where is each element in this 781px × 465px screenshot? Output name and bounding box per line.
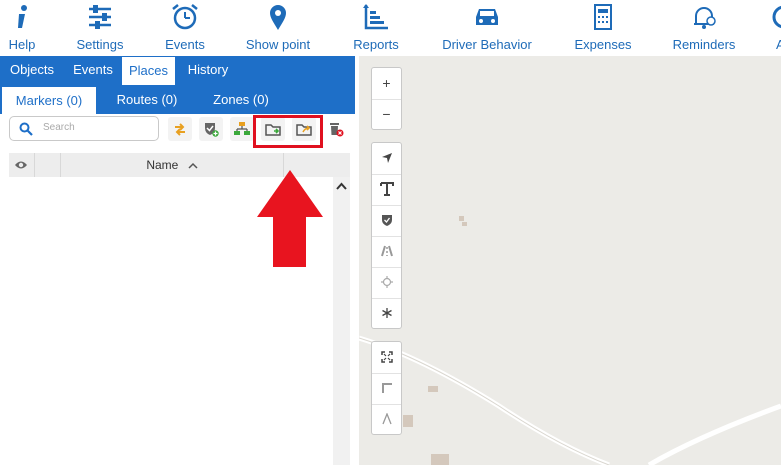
eye-icon bbox=[15, 161, 27, 169]
delete-all-icon bbox=[330, 123, 344, 137]
scroll-up-icon[interactable] bbox=[336, 182, 347, 191]
gear-outline-icon bbox=[380, 276, 393, 288]
zoom-controls: + − bbox=[371, 67, 402, 130]
corner-tool-button[interactable] bbox=[372, 373, 401, 405]
tab-routes[interactable]: Routes (0) bbox=[100, 85, 194, 114]
text-icon bbox=[379, 182, 394, 196]
reload-button[interactable] bbox=[168, 117, 192, 141]
sort-ascending-icon bbox=[188, 163, 198, 169]
select-column-header bbox=[35, 153, 61, 177]
events-label: Events bbox=[165, 37, 205, 52]
tab-places[interactable]: Places bbox=[122, 57, 175, 85]
driver-behavior-button[interactable]: Driver Behavior bbox=[434, 0, 540, 56]
tab-objects[interactable]: Objects bbox=[0, 56, 64, 85]
show-point-label: Show point bbox=[245, 37, 311, 52]
alarm-clock-icon bbox=[172, 4, 198, 30]
map-tools bbox=[371, 142, 402, 329]
reload-icon bbox=[175, 123, 185, 136]
map-roads bbox=[359, 216, 781, 465]
zoom-in-label: + bbox=[382, 75, 391, 91]
settings-button[interactable]: Settings bbox=[65, 0, 135, 56]
reminders-button[interactable]: Reminders bbox=[665, 0, 743, 56]
search-input[interactable]: Search bbox=[9, 116, 159, 141]
area-tool-button[interactable] bbox=[372, 267, 401, 299]
expenses-button[interactable]: Expenses bbox=[567, 0, 639, 56]
corner-icon bbox=[381, 383, 392, 393]
visibility-column-header[interactable] bbox=[9, 153, 35, 177]
zoom-out-label: − bbox=[382, 106, 391, 122]
top-toolbar: Help Settings Events Show point Reports … bbox=[0, 0, 781, 56]
zoom-in-button[interactable]: + bbox=[372, 68, 401, 100]
navigate-icon bbox=[381, 153, 392, 163]
settings-label: Settings bbox=[76, 37, 124, 52]
partial-icon bbox=[772, 5, 781, 29]
tab-history[interactable]: History bbox=[175, 56, 241, 85]
add-marker-icon bbox=[205, 123, 219, 137]
zoom-out-button[interactable]: − bbox=[372, 99, 401, 130]
shield-tool-button[interactable] bbox=[372, 205, 401, 237]
tab-events[interactable]: Events bbox=[64, 56, 122, 85]
tab-zones[interactable]: Zones (0) bbox=[194, 85, 288, 114]
show-point-button[interactable]: Show point bbox=[238, 0, 318, 56]
direction-tool-button[interactable] bbox=[372, 404, 401, 435]
overflow-toolbar-item[interactable]: A bbox=[770, 0, 781, 56]
chart-bars-icon bbox=[363, 4, 388, 30]
map-view[interactable] bbox=[359, 56, 781, 465]
tab-markers[interactable]: Markers (0) bbox=[2, 87, 96, 114]
calculator-document-icon bbox=[594, 4, 612, 30]
reminders-label: Reminders bbox=[672, 37, 736, 52]
point-tool-button[interactable] bbox=[372, 298, 401, 329]
overflow-label: A bbox=[776, 37, 781, 52]
search-icon bbox=[19, 122, 33, 136]
text-tool-button[interactable] bbox=[372, 174, 401, 206]
driver-behavior-label: Driver Behavior bbox=[442, 37, 532, 52]
reports-label: Reports bbox=[353, 37, 399, 52]
events-button[interactable]: Events bbox=[155, 0, 215, 56]
search-placeholder: Search bbox=[43, 122, 75, 133]
name-column-header[interactable]: Name bbox=[61, 153, 284, 177]
info-icon bbox=[18, 5, 27, 28]
grid-scrollbar[interactable] bbox=[333, 177, 350, 465]
asterisk-icon bbox=[381, 308, 392, 318]
fullscreen-button[interactable] bbox=[372, 342, 401, 374]
road-tool-button[interactable] bbox=[372, 236, 401, 268]
fullscreen-icon bbox=[380, 351, 393, 363]
secondary-tabs: Markers (0) Routes (0) Zones (0) bbox=[0, 85, 355, 114]
sliders-icon bbox=[89, 5, 111, 29]
name-column-label: Name bbox=[146, 158, 179, 172]
expenses-label: Expenses bbox=[574, 37, 632, 52]
group-button[interactable] bbox=[230, 117, 254, 141]
reports-button[interactable]: Reports bbox=[346, 0, 406, 56]
group-icon bbox=[234, 122, 250, 135]
shield-icon bbox=[381, 215, 392, 226]
import-export-highlight-box bbox=[253, 115, 323, 148]
chevron-up-icon bbox=[381, 412, 392, 425]
map-pin-icon bbox=[270, 5, 286, 30]
primary-tabs: Objects Events Places History bbox=[0, 56, 355, 85]
help-button[interactable]: Help bbox=[0, 0, 44, 56]
red-arrow-annotation bbox=[257, 170, 323, 267]
bell-clock-icon bbox=[694, 7, 716, 29]
map-view-tools bbox=[371, 341, 402, 435]
delete-all-button[interactable] bbox=[327, 117, 347, 141]
road-icon bbox=[380, 245, 393, 257]
navigate-button[interactable] bbox=[372, 143, 401, 175]
help-label: Help bbox=[8, 37, 36, 52]
car-icon bbox=[476, 9, 498, 25]
add-marker-button[interactable] bbox=[199, 117, 223, 141]
